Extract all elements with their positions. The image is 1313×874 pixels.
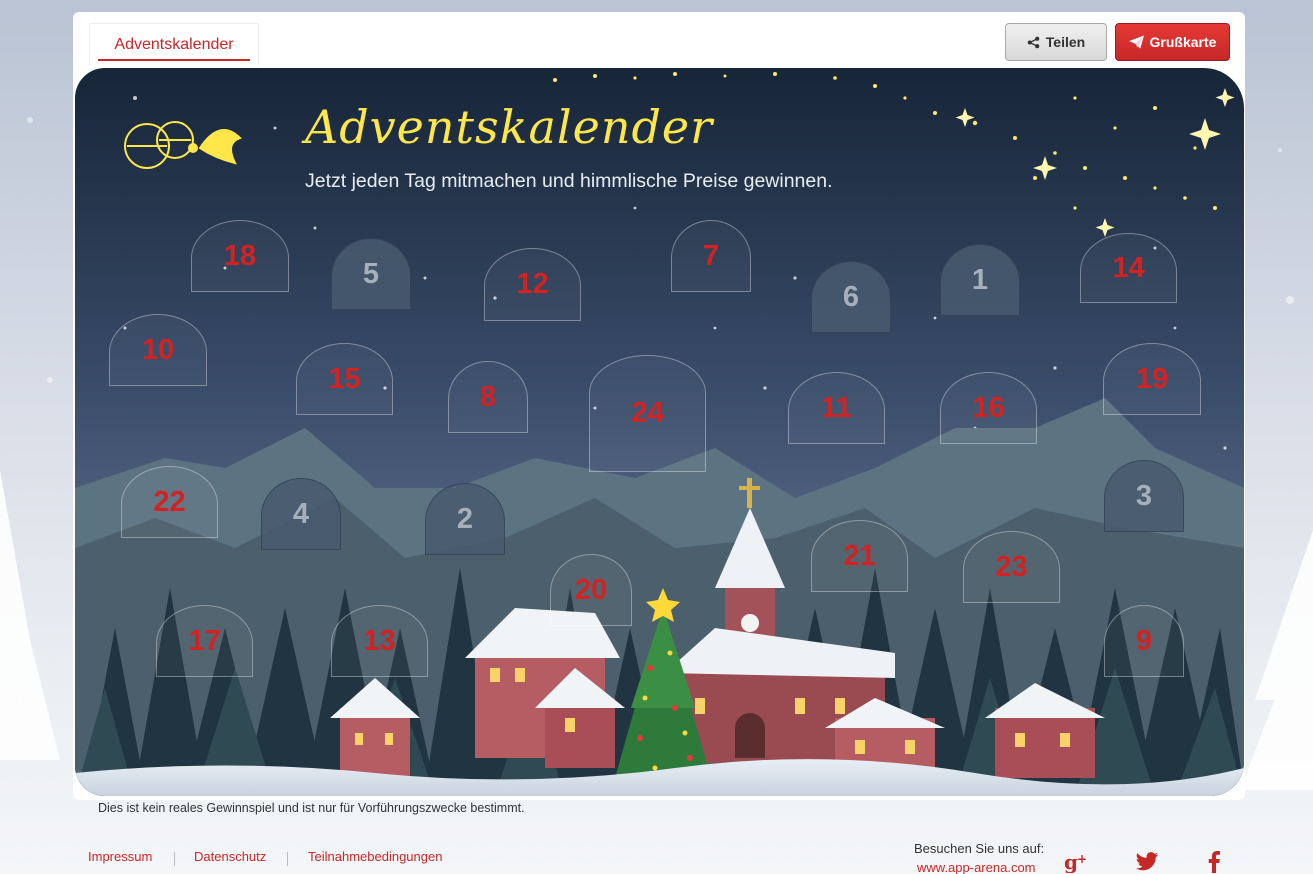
door-number: 20 (574, 573, 608, 606)
google-plus-icon[interactable]: g + (1062, 848, 1092, 874)
door-1-opened[interactable]: 1 (940, 244, 1020, 316)
door-number: 6 (842, 280, 860, 313)
tab-active-indicator (98, 59, 250, 61)
door-number: 4 (292, 497, 310, 530)
svg-text:+: + (1077, 852, 1087, 866)
svg-text:g: g (1064, 851, 1078, 873)
door-number: 15 (328, 362, 361, 395)
door-22[interactable]: 22 (121, 466, 218, 538)
door-14[interactable]: 14 (1080, 233, 1177, 303)
door-number: 12 (516, 268, 549, 300)
door-number: 8 (479, 380, 497, 413)
door-number: 9 (1135, 624, 1153, 657)
door-number: 7 (702, 239, 720, 272)
share-button[interactable]: Teilen (1005, 23, 1107, 61)
twitter-icon[interactable] (1133, 848, 1161, 874)
door-17[interactable]: 17 (156, 605, 253, 677)
door-number: 22 (153, 485, 186, 518)
door-24[interactable]: 24 (589, 355, 706, 472)
visit-url-link[interactable]: www.app-arena.com (917, 860, 1036, 874)
door-number: 18 (223, 239, 257, 272)
door-20[interactable]: 20 (550, 554, 632, 626)
door-2-opened[interactable]: 2 (425, 483, 505, 555)
door-number: 13 (363, 624, 396, 657)
paper-plane-icon (1128, 35, 1144, 49)
door-19[interactable]: 19 (1103, 343, 1201, 415)
door-4-opened[interactable]: 4 (261, 478, 341, 550)
door-5-opened[interactable]: 5 (331, 238, 411, 310)
door-21[interactable]: 21 (811, 520, 908, 592)
door-number: 19 (1135, 362, 1169, 395)
door-number: 21 (843, 539, 876, 572)
greeting-card-button-label: Grußkarte (1149, 34, 1217, 50)
facebook-icon[interactable] (1203, 848, 1225, 874)
greeting-card-button[interactable]: Grußkarte (1115, 23, 1230, 61)
calendar-subtitle: Jetzt jeden Tag mitmachen und himmlische… (305, 170, 833, 192)
door-9[interactable]: 9 (1104, 605, 1184, 677)
door-number: 23 (995, 550, 1028, 583)
door-6-opened[interactable]: 6 (811, 261, 891, 333)
door-number: 3 (1135, 479, 1153, 512)
door-15[interactable]: 15 (296, 343, 393, 415)
door-11[interactable]: 11 (788, 372, 885, 444)
door-3-opened[interactable]: 3 (1104, 460, 1184, 532)
door-16[interactable]: 16 (940, 372, 1037, 444)
visit-us-label: Besuchen Sie uns auf: (914, 841, 1045, 856)
door-number: 16 (972, 391, 1005, 424)
door-8[interactable]: 8 (448, 361, 528, 433)
door-number: 2 (456, 502, 474, 535)
door-18[interactable]: 18 (191, 220, 289, 292)
door-12[interactable]: 12 (484, 248, 581, 321)
door-number: 5 (362, 257, 380, 290)
share-button-label: Teilen (1045, 34, 1086, 50)
calendar-title: Adventskalender (305, 100, 714, 154)
door-10[interactable]: 10 (109, 314, 207, 386)
footer-divider (287, 852, 288, 866)
advent-calendar-scene: Adventskalender Jetzt jeden Tag mitmache… (75, 68, 1244, 796)
tab-adventskalender[interactable]: Adventskalender (89, 23, 259, 65)
door-number: 11 (821, 391, 852, 424)
footer-divider (174, 852, 175, 866)
door-13[interactable]: 13 (331, 605, 428, 677)
footer-link-impressum[interactable]: Impressum (88, 849, 152, 864)
door-number: 10 (141, 333, 175, 366)
door-number: 1 (971, 263, 989, 296)
tab-label: Adventskalender (114, 36, 234, 53)
door-number: 17 (188, 624, 221, 657)
door-number: 14 (1112, 251, 1145, 284)
share-icon (1027, 36, 1040, 48)
door-23[interactable]: 23 (963, 531, 1060, 603)
footer-link-datenschutz[interactable]: Datenschutz (194, 849, 266, 864)
disclaimer-text: Dies ist kein reales Gewinnspiel und ist… (98, 801, 525, 815)
door-number: 24 (631, 397, 664, 429)
door-7[interactable]: 7 (671, 220, 751, 292)
footer-link-teilnahmebedingungen[interactable]: Teilnahmebedingungen (308, 849, 442, 864)
